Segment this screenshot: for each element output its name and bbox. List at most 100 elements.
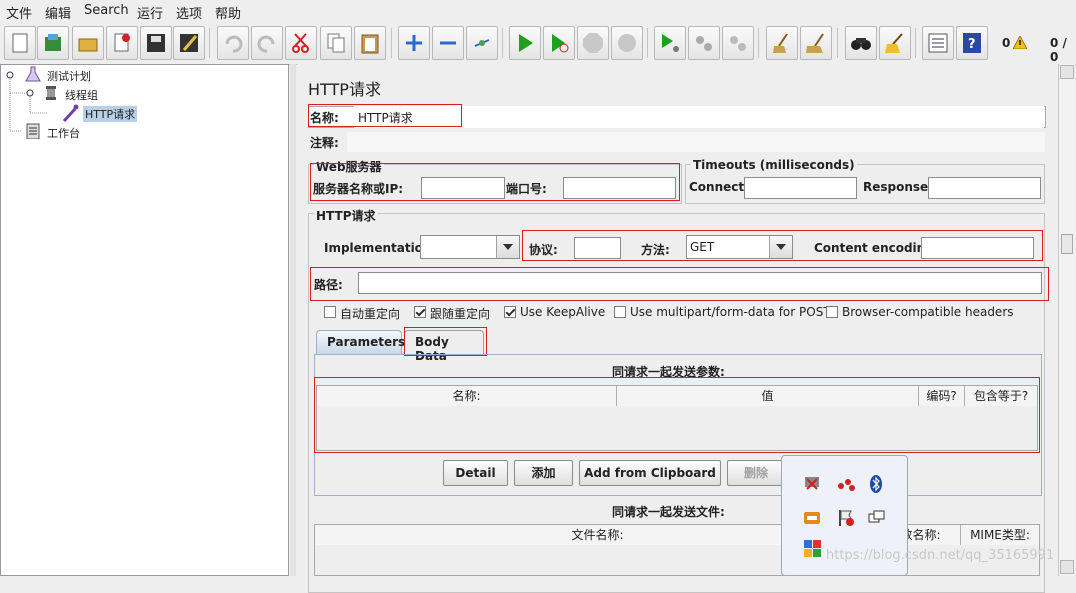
open-button[interactable] [72, 26, 104, 60]
start-button[interactable] [509, 26, 541, 60]
panel-splitter[interactable] [290, 64, 296, 576]
remote-shutdown-button[interactable] [722, 26, 754, 60]
toggle-icon [474, 39, 490, 47]
start-icon [519, 34, 533, 52]
menu-search[interactable]: Search [84, 3, 129, 18]
redo-icon [257, 35, 275, 53]
cut-button[interactable] [285, 26, 317, 60]
close-icon [114, 33, 130, 52]
http-request-title: HTTP请求 [314, 207, 378, 224]
watermark: https://blog.csdn.net/qq_35165991 [826, 548, 1055, 563]
undo-button[interactable] [217, 26, 249, 60]
save-as-button[interactable] [173, 26, 205, 60]
menu-edit[interactable]: 编辑 [45, 3, 71, 22]
clear-all-icon [806, 33, 824, 53]
remote-stop-button[interactable] [688, 26, 720, 60]
safely-remove-icon[interactable] [802, 474, 822, 494]
files-col-mime-type[interactable]: MIME类型: [961, 525, 1039, 545]
copy-button[interactable] [320, 26, 352, 60]
network-icon[interactable] [836, 474, 856, 494]
paste-icon [361, 34, 379, 54]
auto-redirect-label: 自动重定向 [340, 307, 401, 321]
add-button[interactable]: 添加 [514, 460, 573, 486]
menu-run[interactable]: 运行 [137, 3, 163, 22]
thread-count: 0 / 0 [1050, 36, 1067, 64]
browser-headers-checkbox[interactable] [826, 306, 838, 318]
function-helper-button[interactable] [922, 26, 954, 60]
collapse-button[interactable] [432, 26, 464, 60]
follow-redirect-checkbox[interactable] [414, 306, 426, 318]
new-button[interactable] [4, 26, 36, 60]
shutdown-button[interactable] [611, 26, 643, 60]
search-icon [851, 38, 871, 50]
scroll-thumb[interactable] [1061, 234, 1073, 254]
remote-stop-icon [696, 36, 712, 51]
multipart-checkbox[interactable] [614, 306, 626, 318]
test-plan-tree[interactable]: 测试计划 线程组 HTTP请求 工作台 [0, 64, 289, 576]
help-button[interactable]: ? [956, 26, 988, 60]
comment-input[interactable] [346, 131, 1046, 153]
response-label: Response: [863, 180, 933, 194]
search-button[interactable] [845, 26, 877, 60]
paste-button[interactable] [354, 26, 386, 60]
display-icon[interactable] [866, 508, 886, 528]
scroll-down-button[interactable] [1060, 560, 1074, 574]
tree-item-label: 测试计划 [47, 70, 91, 83]
stop-icon [583, 33, 603, 53]
templates-icon [45, 34, 61, 51]
templates-button[interactable] [37, 26, 69, 60]
remote-start-icon [662, 34, 679, 52]
chevron-down-icon[interactable] [496, 236, 519, 258]
tab-parameters[interactable]: Parameters [316, 330, 405, 354]
bluetooth-icon[interactable] [866, 474, 886, 494]
action-center-icon[interactable] [836, 508, 856, 528]
http-request-panel: HTTP请求 名称: HTTP请求 注释: Web服务器 服务器名称或IP: 端… [298, 64, 1058, 593]
menu-bar: 文件 编辑 Search 运行 选项 帮助 [0, 0, 1076, 22]
vertical-scrollbar[interactable] [1058, 64, 1075, 576]
stop-button[interactable] [577, 26, 609, 60]
highlight-name [308, 104, 462, 127]
clear-button[interactable] [766, 26, 798, 60]
delete-button[interactable]: 删除 [727, 460, 785, 486]
add-from-clipboard-button[interactable]: Add from Clipboard [579, 460, 721, 486]
spool-icon [46, 86, 56, 100]
help-icon: ? [963, 33, 981, 53]
remote-shutdown-icon [730, 36, 746, 51]
svg-text:?: ? [968, 37, 976, 52]
implementation-select[interactable] [420, 235, 520, 259]
color-squares-icon[interactable] [802, 538, 822, 558]
detail-button[interactable]: Detail [443, 460, 508, 486]
start-no-timers-button[interactable] [543, 26, 575, 60]
highlight-path [310, 267, 1049, 301]
keepalive-label: Use KeepAlive [520, 305, 606, 319]
save-button[interactable] [140, 26, 172, 60]
auto-redirect-checkbox[interactable] [324, 306, 336, 318]
save-as-icon [180, 34, 198, 52]
files-title: 同请求一起发送文件: [612, 505, 725, 519]
scroll-up-button[interactable] [1060, 65, 1074, 79]
start-no-timers-icon [552, 34, 569, 53]
close-button[interactable] [106, 26, 138, 60]
shutdown-icon [618, 34, 636, 52]
comment-label: 注释: [310, 136, 339, 150]
menu-file[interactable]: 文件 [6, 3, 32, 22]
cut-icon [292, 33, 309, 53]
clear-all-button[interactable] [800, 26, 832, 60]
menu-options[interactable]: 选项 [176, 3, 202, 22]
menu-help[interactable]: 帮助 [215, 3, 241, 22]
expand-icon [406, 35, 422, 51]
expand-button[interactable] [398, 26, 430, 60]
drive-icon[interactable] [802, 508, 822, 528]
response-input[interactable] [928, 177, 1041, 199]
highlight-body-data [404, 327, 487, 356]
highlight-params-table [314, 377, 1040, 453]
keepalive-checkbox[interactable] [504, 306, 516, 318]
remote-start-button[interactable] [654, 26, 686, 60]
warning-icon[interactable] [1013, 36, 1027, 49]
reset-search-button[interactable] [879, 26, 911, 60]
connect-input[interactable] [744, 177, 857, 199]
clear-icon [773, 33, 788, 53]
redo-button[interactable] [251, 26, 283, 60]
undo-icon [225, 35, 243, 53]
toggle-button[interactable] [466, 26, 498, 60]
